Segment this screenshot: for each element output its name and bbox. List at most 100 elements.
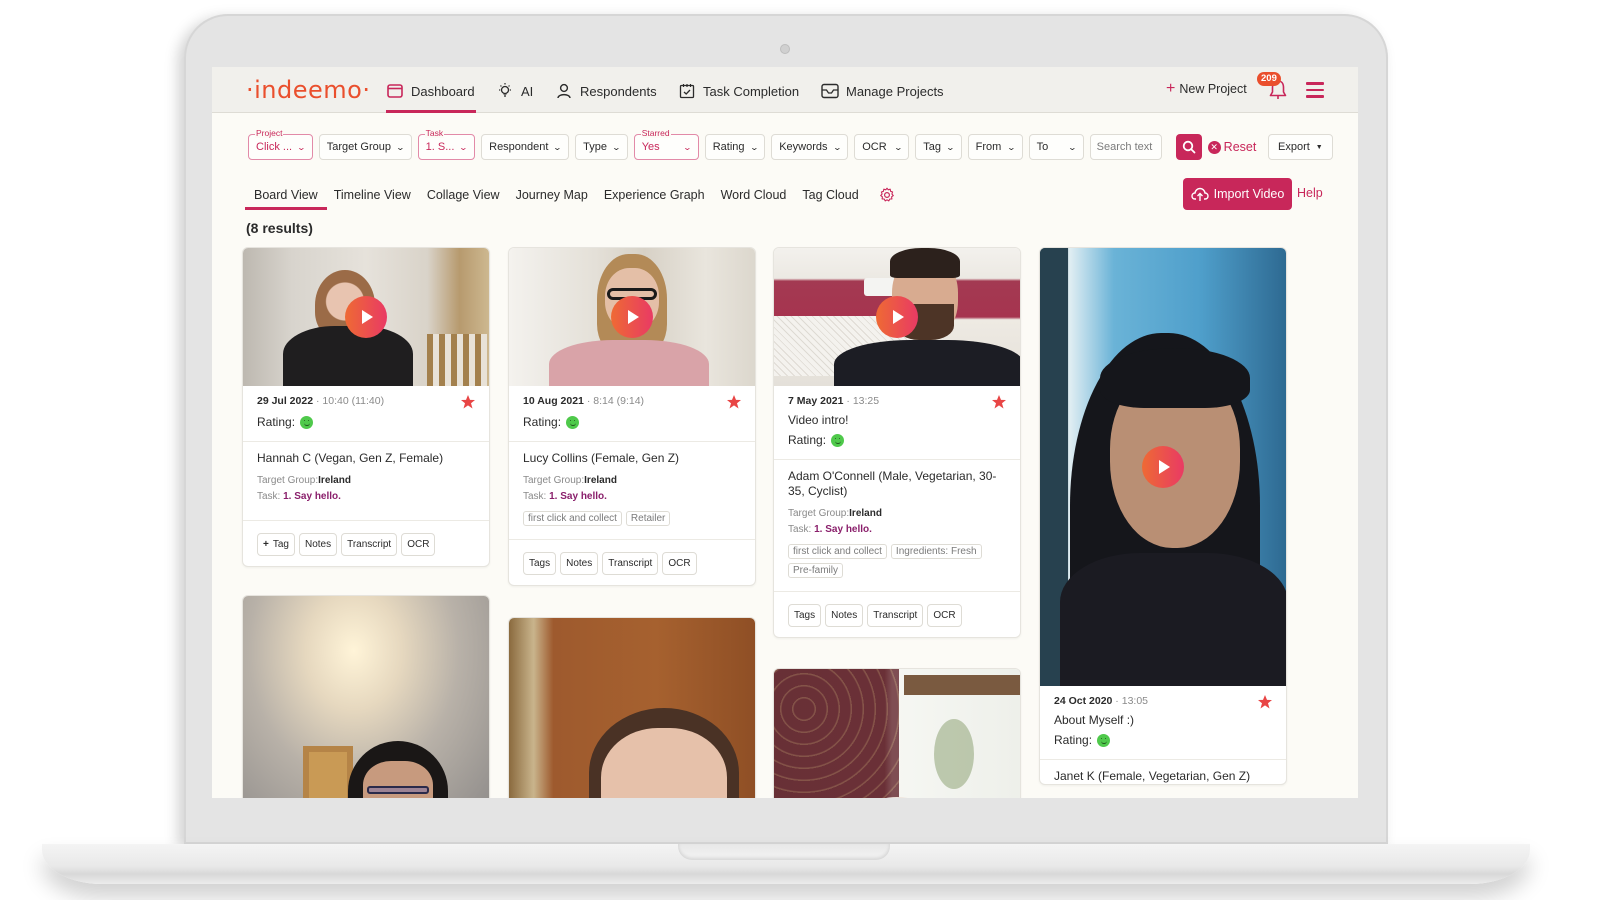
tag-chip[interactable]: first click and collect	[523, 511, 622, 526]
ocr-button[interactable]: OCR	[401, 533, 436, 556]
search-icon	[1182, 140, 1196, 154]
tag-chip[interactable]: first click and collect	[788, 544, 887, 559]
chevron-down-icon: ⌄	[832, 142, 842, 152]
tab-timeline-view[interactable]: Timeline View	[326, 186, 419, 204]
notes-button[interactable]: Notes	[825, 604, 864, 627]
gear-icon[interactable]	[879, 187, 895, 203]
respondent-name[interactable]: Adam O'Connell (Male, Vegetarian, 30-35,…	[788, 469, 1006, 499]
respondent-name[interactable]: Lucy Collins (Female, Gen Z)	[523, 451, 741, 466]
top-navigation: ·indeemo· Dashboard AI Respondents Task …	[212, 67, 1358, 113]
filter-bar: Project Click ... ⌄ Target Group ⌄ Task …	[248, 128, 1313, 160]
respondent-name[interactable]: Hannah C (Vegan, Gen Z, Female)	[257, 451, 475, 466]
nav-respondents[interactable]: Respondents	[555, 81, 657, 101]
filter-target-group[interactable]: Target Group ⌄	[318, 134, 412, 160]
chevron-down-icon: ⌄	[893, 142, 903, 152]
task-link[interactable]: 1. Say hello.	[549, 491, 607, 502]
import-video-button[interactable]: Import Video	[1183, 178, 1292, 210]
video-thumbnail[interactable]	[509, 618, 755, 798]
star-icon[interactable]	[460, 394, 476, 410]
export-dropdown[interactable]: Export ▼	[1268, 134, 1333, 160]
video-thumbnail[interactable]	[509, 248, 755, 386]
search-text-input[interactable]: Search text	[1089, 134, 1162, 160]
video-date: 24 Oct 2020 · 13:05	[1054, 695, 1149, 707]
star-icon[interactable]	[991, 394, 1007, 410]
filter-ocr[interactable]: OCR ⌄	[854, 134, 910, 160]
close-circle-icon: ✕	[1207, 140, 1221, 154]
filter-tag[interactable]: Tag ⌄	[915, 134, 962, 160]
video-thumbnail[interactable]	[774, 248, 1020, 386]
indeemo-logo[interactable]: ·indeemo·	[246, 76, 370, 104]
ocr-button[interactable]: OCR	[927, 604, 962, 627]
plus-icon: +	[1166, 80, 1176, 97]
video-card[interactable]: 24 Oct 2020 · 13:05 About Myself :) Rati…	[1039, 247, 1287, 785]
tab-tag-cloud[interactable]: Tag Cloud	[794, 186, 866, 204]
tab-board-view[interactable]: Board View	[246, 186, 326, 204]
nav-task-completion[interactable]: Task Completion	[678, 81, 799, 101]
search-button[interactable]	[1175, 134, 1202, 160]
video-thumbnail[interactable]	[774, 669, 1020, 798]
rating: Rating:	[788, 433, 1006, 447]
video-card[interactable]: 7 May 2021 · 13:25 Video intro! Rating: …	[773, 247, 1021, 638]
video-card[interactable]: 29 Jul 2022 · 10:40 (11:40) Rating: Hann…	[242, 247, 490, 567]
filter-starred[interactable]: Starred Yes ⌄	[633, 128, 699, 160]
filter-keywords[interactable]: Keywords ⌄	[771, 134, 849, 160]
play-button[interactable]	[876, 296, 918, 338]
ocr-button[interactable]: OCR	[662, 552, 697, 575]
tab-word-cloud[interactable]: Word Cloud	[713, 186, 795, 204]
view-tabs: Board View Timeline View Collage View Jo…	[246, 186, 867, 204]
tab-experience-graph[interactable]: Experience Graph	[596, 186, 713, 204]
help-link[interactable]: Help	[1297, 186, 1323, 200]
task-link[interactable]: 1. Say hello.	[283, 491, 341, 502]
add-tag-button[interactable]: + Tag	[257, 533, 295, 556]
filter-respondent[interactable]: Respondent ⌄	[481, 134, 570, 160]
video-card[interactable]	[508, 617, 756, 798]
nav-dashboard[interactable]: Dashboard	[386, 81, 475, 101]
transcript-button[interactable]: Transcript	[602, 552, 659, 575]
transcript-button[interactable]: Transcript	[341, 533, 398, 556]
filter-task[interactable]: Task 1. S... ⌄	[417, 128, 476, 160]
tags-button[interactable]: Tags	[523, 552, 557, 575]
video-thumbnail[interactable]	[1040, 248, 1286, 686]
filter-keywords-value: Keywords	[779, 141, 828, 153]
respondent-name[interactable]: Janet K (Female, Vegetarian, Gen Z)	[1054, 769, 1272, 784]
video-thumbnail[interactable]	[243, 248, 489, 386]
video-caption: Video intro!	[788, 413, 849, 427]
notes-button[interactable]: Notes	[298, 533, 338, 556]
task: Task: 1. Say hello.	[788, 524, 872, 535]
tag-chip[interactable]: Retailer	[625, 511, 671, 526]
filter-tag-value: Tag	[923, 141, 941, 153]
tag-chip[interactable]: Ingredients: Fresh	[890, 544, 982, 559]
tab-journey-map[interactable]: Journey Map	[508, 186, 596, 204]
tab-collage-view[interactable]: Collage View	[419, 186, 508, 204]
transcript-button[interactable]: Transcript	[867, 604, 924, 627]
video-thumbnail[interactable]	[243, 596, 489, 798]
smiley-rating-icon	[831, 433, 845, 447]
smiley-rating-icon	[300, 415, 314, 429]
video-card[interactable]	[773, 668, 1021, 798]
video-card[interactable]: 10 Aug 2021 · 8:14 (9:14) Rating: Lucy C…	[508, 247, 756, 586]
lightbulb-icon	[496, 82, 514, 100]
star-icon[interactable]	[726, 394, 742, 410]
nav-manage-projects[interactable]: Manage Projects	[821, 81, 944, 101]
filter-from[interactable]: From ⌄	[967, 134, 1023, 160]
play-button[interactable]	[1142, 446, 1184, 488]
video-date: 7 May 2021 · 13:25	[788, 395, 880, 407]
notes-button[interactable]: Notes	[560, 552, 599, 575]
tag-list: first click and collect Ingredients: Fre…	[788, 544, 1006, 578]
new-project-button[interactable]: + New Project	[1166, 81, 1247, 97]
video-card[interactable]	[242, 595, 490, 798]
filter-to[interactable]: To ⌄	[1028, 134, 1084, 160]
play-button[interactable]	[345, 296, 387, 338]
tag-chip[interactable]: Pre-family	[788, 563, 844, 578]
play-button[interactable]	[611, 296, 653, 338]
nav-ai[interactable]: AI	[496, 81, 533, 101]
filter-type[interactable]: Type ⌄	[575, 134, 628, 160]
task-link[interactable]: 1. Say hello.	[814, 524, 872, 535]
filter-project[interactable]: Project Click ... ⌄	[248, 128, 313, 160]
chevron-down-icon: ⌄	[945, 142, 956, 152]
filter-rating[interactable]: Rating ⌄	[704, 134, 766, 160]
tags-button[interactable]: Tags	[788, 604, 822, 627]
reset-button[interactable]: ✕ Reset	[1207, 140, 1256, 154]
star-icon[interactable]	[1257, 694, 1273, 710]
menu-hamburger-icon[interactable]	[1306, 82, 1324, 98]
